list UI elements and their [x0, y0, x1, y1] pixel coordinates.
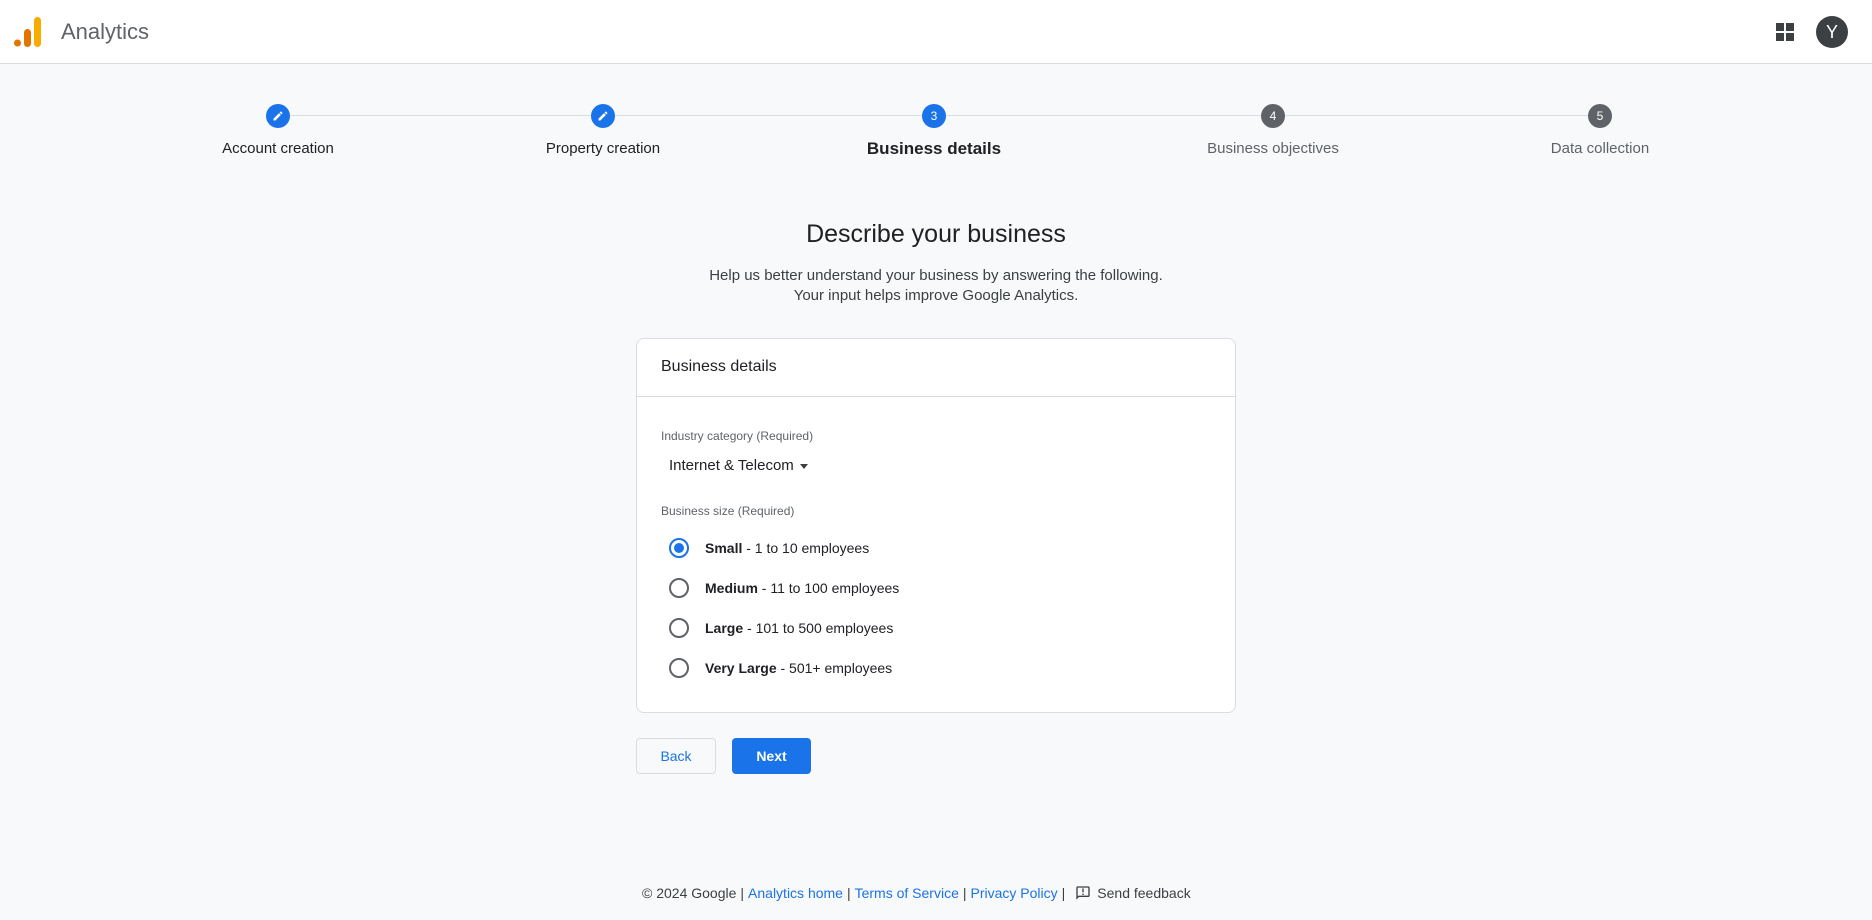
analytics-home-link[interactable]: Analytics home [748, 885, 843, 901]
radio-button[interactable] [669, 658, 689, 678]
step-number-badge: 3 [922, 104, 946, 128]
send-feedback-label: Send feedback [1097, 885, 1191, 901]
pencil-icon [273, 111, 283, 121]
option-name: Medium [705, 580, 758, 596]
step-business-objectives: 4 Business objectives [1143, 104, 1403, 157]
privacy-policy-link[interactable]: Privacy Policy [971, 885, 1058, 901]
option-detail: - 11 to 100 employees [761, 580, 900, 596]
step-account-creation: Account creation [148, 104, 408, 157]
option-detail: - 1 to 10 employees [746, 540, 870, 556]
analytics-logo-icon[interactable] [14, 17, 42, 47]
footer-separator: | [846, 885, 851, 901]
app-header: Analytics Y [0, 0, 1872, 64]
step-label: Property creation [545, 140, 661, 157]
app-title: Analytics [61, 19, 150, 44]
dropdown-arrow-icon [799, 464, 808, 469]
card-title: Business details [637, 339, 1235, 397]
account-avatar[interactable]: Y [1816, 16, 1848, 48]
industry-category-value: Internet & Telecom [669, 457, 794, 474]
industry-category-label: Industry category (Required) [661, 429, 814, 443]
option-name: Very Large [705, 660, 777, 676]
footer-separator: | [1061, 885, 1066, 901]
option-detail: - 501+ employees [780, 660, 893, 676]
step-label: Data collection [1550, 140, 1650, 157]
option-detail: - 101 to 500 employees [747, 620, 894, 636]
apps-grid-icon[interactable] [1770, 17, 1800, 47]
step-number-badge: 5 [1588, 104, 1612, 128]
back-button[interactable]: Back [636, 738, 716, 774]
business-size-option-medium[interactable]: Medium - 11 to 100 employees [669, 578, 899, 598]
business-details-card: Business details Industry category (Requ… [636, 338, 1236, 713]
option-name: Large [705, 620, 744, 636]
page-description: Help us better understand your business … [0, 266, 1872, 306]
radio-button[interactable] [669, 618, 689, 638]
description-line-1: Help us better understand your business … [709, 267, 1163, 284]
industry-category-select[interactable]: Internet & Telecom [669, 457, 808, 474]
feedback-icon [1076, 886, 1090, 900]
radio-button[interactable] [669, 578, 689, 598]
next-button[interactable]: Next [732, 738, 811, 774]
step-completed-badge [591, 104, 615, 128]
business-size-option-small[interactable]: Small - 1 to 10 employees [669, 538, 869, 558]
description-line-2: Your input helps improve Google Analytic… [793, 287, 1079, 304]
radio-button-checked[interactable] [669, 538, 689, 558]
step-data-collection: 5 Data collection [1470, 104, 1730, 157]
option-name: Small [705, 540, 743, 556]
footer-separator: | [962, 885, 967, 901]
business-size-option-very-large[interactable]: Very Large - 501+ employees [669, 658, 892, 678]
copyright-text: © 2024 Google [642, 885, 737, 901]
business-size-option-large[interactable]: Large - 101 to 500 employees [669, 618, 893, 638]
send-feedback-button[interactable]: Send feedback [1075, 885, 1191, 901]
step-property-creation: Property creation [473, 104, 733, 157]
terms-of-service-link[interactable]: Terms of Service [855, 885, 959, 901]
pencil-icon [598, 111, 608, 121]
step-label: Business objectives [1207, 140, 1339, 157]
business-size-label: Business size (Required) [661, 504, 795, 518]
step-business-details: 3 Business details [804, 104, 1064, 159]
step-number-badge: 4 [1261, 104, 1285, 128]
page-footer: © 2024 Google | Analytics home | Terms o… [642, 885, 1191, 901]
step-completed-badge [266, 104, 290, 128]
step-label: Account creation [222, 140, 334, 157]
footer-separator: | [740, 885, 745, 901]
page-title: Describe your business [806, 220, 1066, 248]
step-label: Business details [866, 139, 1002, 158]
